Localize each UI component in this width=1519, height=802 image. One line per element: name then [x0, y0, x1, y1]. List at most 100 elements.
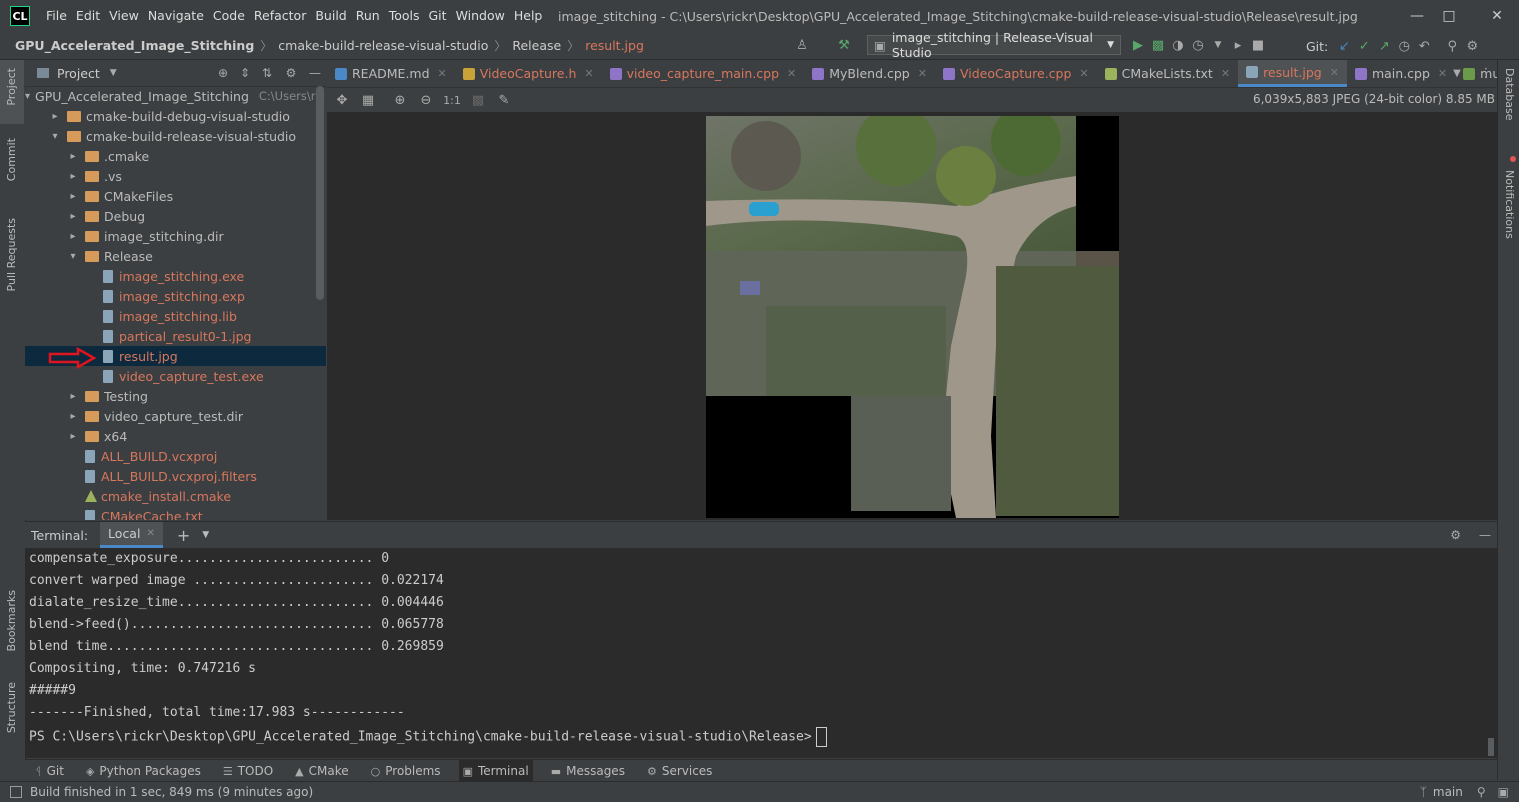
git-branch[interactable]: main [1433, 785, 1463, 799]
menu-run[interactable]: Run [356, 8, 380, 23]
terminal-output[interactable]: compensate_exposure.....................… [25, 548, 1497, 758]
tree-folder-item[interactable]: ▸ x64 [25, 426, 326, 446]
editor-tab[interactable]: VideoCapture.h ✕ [455, 60, 602, 87]
project-title[interactable]: Project [57, 66, 100, 81]
new-terminal-icon[interactable]: + [177, 526, 190, 545]
user-icon[interactable]: ♙ [792, 35, 812, 55]
commit-icon[interactable]: ✓ [1354, 36, 1374, 56]
memory-icon[interactable]: ▣ [1498, 785, 1509, 799]
settings-gear-icon[interactable]: ⚙ [1462, 36, 1482, 56]
tree-folder-item[interactable]: ▸ .cmake [25, 146, 326, 166]
editor-tab[interactable]: CMakeLists.txt ✕ [1097, 60, 1238, 87]
rollback-icon[interactable]: ↶ [1414, 36, 1434, 56]
tool-tab-bookmarks[interactable]: Bookmarks [5, 590, 18, 651]
editor-tab[interactable]: VideoCapture.cpp ✕ [935, 60, 1097, 87]
menu-edit[interactable]: Edit [76, 8, 100, 23]
chevron-down-icon[interactable]: ▼ [110, 68, 117, 78]
menu-build[interactable]: Build [315, 8, 346, 23]
close-tab-icon[interactable]: ✕ [918, 67, 927, 80]
close-window-icon[interactable]: ✕ [1482, 4, 1512, 28]
build-hammer-icon[interactable]: ⚒ [834, 35, 854, 55]
breadcrumb-build-dir[interactable]: cmake-build-release-visual-studio [278, 38, 488, 53]
tool-tab-project[interactable]: Project [5, 68, 18, 106]
close-tab-icon[interactable]: ✕ [1438, 67, 1447, 80]
editor-tab[interactable]: MyBlend.cpp ✕ [804, 60, 935, 87]
background-icon[interactable]: ▩ [468, 90, 488, 110]
menu-view[interactable]: View [109, 8, 139, 23]
tree-folder-item[interactable]: ▾ Release [25, 246, 326, 266]
debug-icon[interactable]: ▩ [1148, 35, 1168, 55]
tree-folder-item[interactable]: ▾ GPU_Accelerated_Image_Stitching C:\Users… [25, 86, 326, 106]
expand-all-icon[interactable]: ⇕ [234, 66, 256, 80]
profile-icon[interactable]: ◷ [1188, 35, 1208, 55]
chevron-right-icon[interactable]: ▸ [67, 151, 79, 162]
coverage-icon[interactable]: ◑ [1168, 35, 1188, 55]
actual-size-button[interactable]: 1:1 [442, 90, 462, 110]
menu-tools[interactable]: Tools [389, 8, 420, 23]
toggle-tool-windows-icon[interactable] [10, 786, 22, 798]
terminal-prompt-line[interactable]: PS C:\Users\rickr\Desktop\GPU_Accelerate… [29, 727, 827, 747]
tree-file-item[interactable]: image_stitching.lib [25, 306, 326, 326]
tree-folder-item[interactable]: ▾ cmake-build-release-visual-studio [25, 126, 326, 146]
zoom-in-icon[interactable]: ⊕ [390, 90, 410, 110]
push-icon[interactable]: ↗ [1374, 36, 1394, 56]
chevron-down-icon[interactable]: ▼ [202, 530, 209, 540]
bottom-tab[interactable]: ᛩ Git [31, 760, 68, 782]
tree-file-item[interactable]: ALL_BUILD.vcxproj.filters [25, 466, 326, 486]
search-icon[interactable]: ⚲ [1442, 36, 1462, 56]
tree-file-item[interactable]: ALL_BUILD.vcxproj [25, 446, 326, 466]
run-icon[interactable]: ▶ [1128, 35, 1148, 55]
tree-folder-item[interactable]: ▸ cmake-build-debug-visual-studio [25, 106, 326, 126]
chevron-right-icon[interactable]: ▸ [67, 411, 79, 422]
terminal-tab-local[interactable]: Local ✕ [100, 522, 163, 548]
bottom-tab[interactable]: ▲ CMake [291, 760, 352, 782]
history-icon[interactable]: ◷ [1394, 36, 1414, 56]
chevron-down-icon[interactable]: ▼ [1208, 35, 1228, 55]
chevron-right-icon[interactable]: ▸ [67, 231, 79, 242]
tree-folder-item[interactable]: ▸ CMakeFiles [25, 186, 326, 206]
chevron-down-icon[interactable]: ▾ [25, 91, 30, 102]
editor-tab[interactable]: video_capture_main.cpp ✕ [602, 60, 805, 87]
status-message[interactable]: Build finished in 1 sec, 849 ms (9 minut… [30, 785, 313, 799]
bottom-tab[interactable]: ◈ Python Packages [82, 760, 205, 782]
tree-folder-item[interactable]: ▸ Debug [25, 206, 326, 226]
menu-help[interactable]: Help [514, 8, 543, 23]
tool-tab-structure[interactable]: Structure [5, 682, 18, 733]
color-picker-icon[interactable]: ✎ [494, 90, 514, 110]
stop-icon[interactable]: ■ [1248, 35, 1268, 55]
tree-file-item[interactable]: image_stitching.exp [25, 286, 326, 306]
tree-file-item[interactable]: partical_result0-1.jpg [25, 326, 326, 346]
bottom-tab[interactable]: ○ Problems [367, 760, 445, 782]
tree-file-item[interactable]: CMakeCache.txt [25, 506, 326, 520]
chevron-right-icon[interactable]: ▸ [67, 191, 79, 202]
close-tab-icon[interactable]: ✕ [438, 67, 447, 80]
stitched-aerial-image[interactable] [706, 116, 1119, 518]
tree-folder-item[interactable]: ▸ Testing [25, 386, 326, 406]
tree-file-item[interactable]: cmake_install.cmake [25, 486, 326, 506]
terminal-scrollbar[interactable] [1488, 738, 1494, 756]
chevron-right-icon[interactable]: ▸ [67, 171, 79, 182]
tool-tab-commit[interactable]: Commit [5, 138, 18, 181]
chevron-down-icon[interactable]: ▾ [67, 251, 79, 262]
menu-window[interactable]: Window [456, 8, 505, 23]
close-tab-icon[interactable]: ✕ [1079, 67, 1088, 80]
minimize-icon[interactable]: — [1402, 4, 1432, 28]
breadcrumb-project[interactable]: GPU_Accelerated_Image_Stitching [15, 38, 254, 53]
close-tab-icon[interactable]: ✕ [787, 67, 796, 80]
chevron-right-icon[interactable]: ▸ [67, 431, 79, 442]
tree-folder-item[interactable]: ▸ video_capture_test.dir [25, 406, 326, 426]
hide-panel-icon[interactable]: — [1479, 528, 1491, 542]
tree-scrollbar[interactable] [316, 86, 324, 300]
lock-icon[interactable]: ⚲ [1477, 785, 1486, 799]
close-tab-icon[interactable]: ✕ [1330, 66, 1339, 79]
chevron-down-icon[interactable]: ▼ [1447, 63, 1467, 83]
close-tab-icon[interactable]: ✕ [584, 67, 593, 80]
settings-gear-icon[interactable]: ⚙ [278, 66, 304, 80]
close-tab-icon[interactable]: ✕ [1221, 67, 1230, 80]
menu-refactor[interactable]: Refactor [254, 8, 306, 23]
bottom-tab[interactable]: ⚙ Services [643, 760, 716, 782]
fit-zoom-icon[interactable]: ✥ [332, 90, 352, 110]
bottom-tab[interactable]: ☰ TODO [219, 760, 277, 782]
run-configuration-select[interactable]: ▣ image_stitching | Release-Visual Studi… [867, 30, 1121, 60]
editor-tab[interactable]: README.md ✕ [327, 60, 455, 87]
